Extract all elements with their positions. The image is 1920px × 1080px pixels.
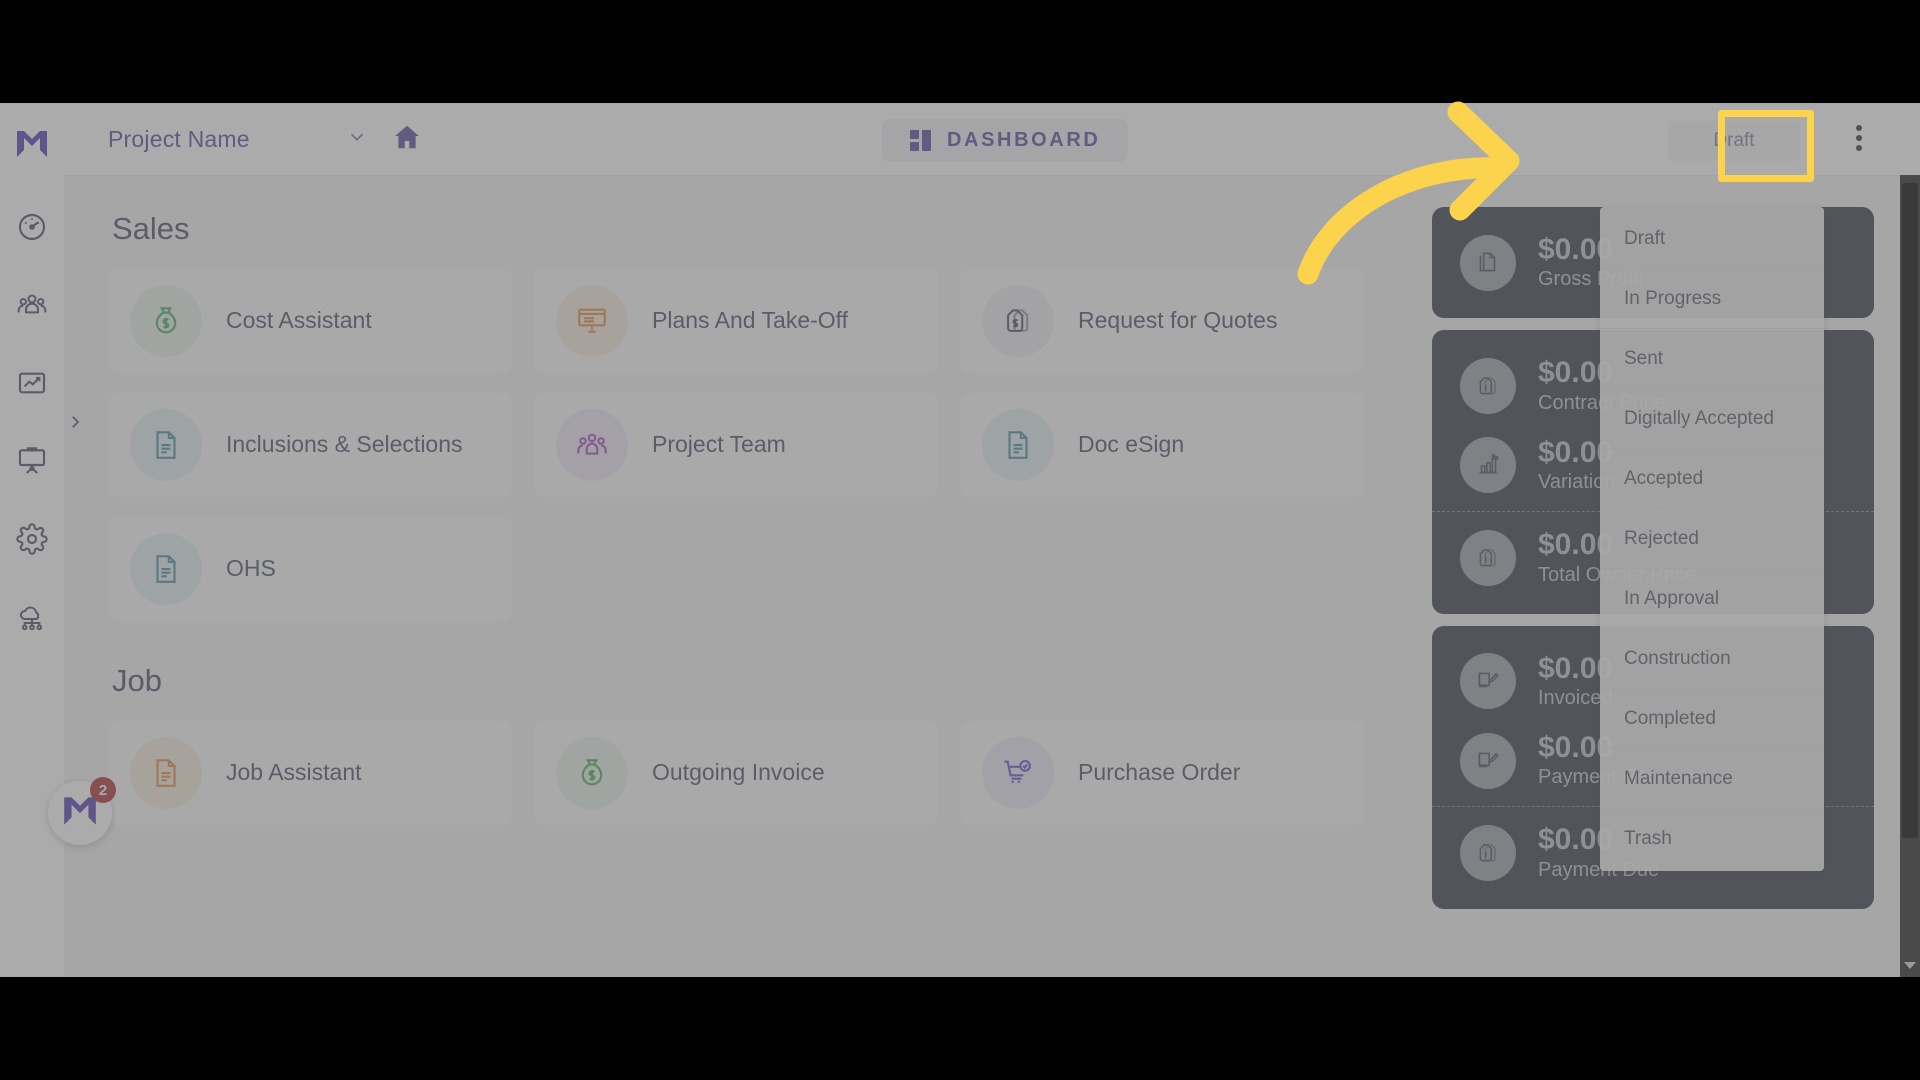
left-nav-rail (0, 103, 64, 977)
document-lines-icon (130, 533, 202, 605)
tile-label: OHS (226, 555, 276, 582)
people-group-icon (16, 289, 48, 326)
tile-doc-esign[interactable]: Doc eSign (960, 393, 1364, 497)
job-tile-grid: Job Assistant Outgoing Invoice Purchase … (108, 721, 1378, 825)
tile-ohs[interactable]: OHS (108, 517, 512, 621)
sales-tile-grid: Cost Assistant Plans And Take-Off Reques… (108, 269, 1378, 621)
chevron-right-icon (66, 416, 84, 435)
home-button[interactable] (392, 122, 422, 157)
menu-item-sent[interactable]: Sent (1600, 329, 1824, 389)
screenshot-stage: Project Name DASHBOARD Draft Sales Cost … (0, 0, 1920, 1080)
tab-dashboard-label: DASHBOARD (947, 129, 1101, 151)
more-vertical-icon[interactable] (1856, 125, 1862, 151)
sidebar-item-integrations[interactable] (15, 602, 49, 636)
home-icon (392, 122, 422, 157)
scrollbar-thumb[interactable] (1902, 183, 1918, 838)
price-tag-dollar-icon (982, 285, 1054, 357)
sidebar-expand-button[interactable] (66, 413, 84, 431)
tile-label: Purchase Order (1078, 759, 1241, 786)
tile-label: Outgoing Invoice (652, 759, 825, 786)
price-tag-dollar-icon (1460, 358, 1516, 415)
menu-item-trash[interactable]: Trash (1600, 809, 1824, 869)
tile-request-for-quotes[interactable]: Request for Quotes (960, 269, 1364, 373)
status-dropdown-menu[interactable]: Draft In Progress Sent Digitally Accepte… (1600, 207, 1824, 871)
presentation-board-icon (556, 285, 628, 357)
tile-label: Job Assistant (226, 759, 362, 786)
tile-label: Request for Quotes (1078, 307, 1278, 334)
sidebar-item-dashboard[interactable] (15, 212, 49, 246)
chart-line-icon (16, 367, 48, 404)
tile-label: Project Team (652, 431, 786, 458)
tile-inclusions-and-selections[interactable]: Inclusions & Selections (108, 393, 512, 497)
sidebar-item-settings[interactable] (15, 522, 49, 560)
chat-unread-badge: 2 (90, 777, 116, 803)
menu-item-rejected[interactable]: Rejected (1600, 509, 1824, 569)
tile-label: Doc eSign (1078, 431, 1185, 458)
project-selector[interactable]: Project Name (108, 126, 368, 153)
app-viewport: Project Name DASHBOARD Draft Sales Cost … (0, 103, 1920, 977)
menu-item-draft[interactable]: Draft (1600, 209, 1824, 269)
tile-purchase-order[interactable]: Purchase Order (960, 721, 1364, 825)
sidebar-item-presentation[interactable] (15, 446, 49, 480)
menu-item-maintenance[interactable]: Maintenance (1600, 749, 1824, 809)
money-bag-icon (130, 285, 202, 357)
money-bag-icon (556, 737, 628, 809)
price-tag-dollar-icon (1460, 825, 1516, 882)
menu-item-construction[interactable]: Construction (1600, 629, 1824, 689)
app-logo-icon[interactable] (13, 125, 51, 168)
cloud-network-icon (16, 601, 48, 638)
grid-icon (910, 130, 931, 151)
speedometer-icon (16, 211, 48, 248)
cart-check-icon (982, 737, 1054, 809)
document-lines-icon (982, 409, 1054, 481)
menu-item-accepted[interactable]: Accepted (1600, 449, 1824, 509)
document-copy-icon (1460, 234, 1516, 291)
tile-label: Plans And Take-Off (652, 307, 849, 334)
menu-item-completed[interactable]: Completed (1600, 689, 1824, 749)
status-badge[interactable]: Draft (1668, 121, 1800, 161)
chevron-down-icon (346, 126, 368, 153)
invoice-edit-icon (1460, 653, 1516, 710)
vertical-scrollbar[interactable] (1900, 175, 1920, 977)
menu-item-digitally-accepted[interactable]: Digitally Accepted (1600, 389, 1824, 449)
price-tag-dollar-icon (1460, 529, 1516, 586)
project-name-label: Project Name (108, 125, 250, 152)
tile-project-team[interactable]: Project Team (534, 393, 938, 497)
bar-chart-percent-icon (1460, 437, 1516, 494)
people-group-icon (556, 409, 628, 481)
tile-label: Inclusions & Selections (226, 431, 463, 458)
tab-dashboard[interactable]: DASHBOARD (882, 119, 1129, 162)
top-bar: Project Name DASHBOARD Draft (64, 103, 1920, 176)
sidebar-item-reports[interactable] (15, 368, 49, 402)
document-lines-icon (130, 409, 202, 481)
gear-icon (16, 522, 48, 560)
menu-item-in-progress[interactable]: In Progress (1600, 269, 1824, 329)
sidebar-item-team[interactable] (15, 290, 49, 324)
presentation-board-icon (16, 445, 48, 482)
tile-job-assistant[interactable]: Job Assistant (108, 721, 512, 825)
chat-widget-button[interactable]: 2 (48, 777, 116, 845)
tile-cost-assistant[interactable]: Cost Assistant (108, 269, 512, 373)
tile-outgoing-invoice[interactable]: Outgoing Invoice (534, 721, 938, 825)
tile-label: Cost Assistant (226, 307, 372, 334)
invoice-edit-icon (1460, 732, 1516, 789)
menu-item-in-approval[interactable]: In Approval (1600, 569, 1824, 629)
document-lines-icon (130, 737, 202, 809)
scroll-down-arrow-icon[interactable] (1904, 962, 1916, 969)
tile-plans-and-take-off[interactable]: Plans And Take-Off (534, 269, 938, 373)
